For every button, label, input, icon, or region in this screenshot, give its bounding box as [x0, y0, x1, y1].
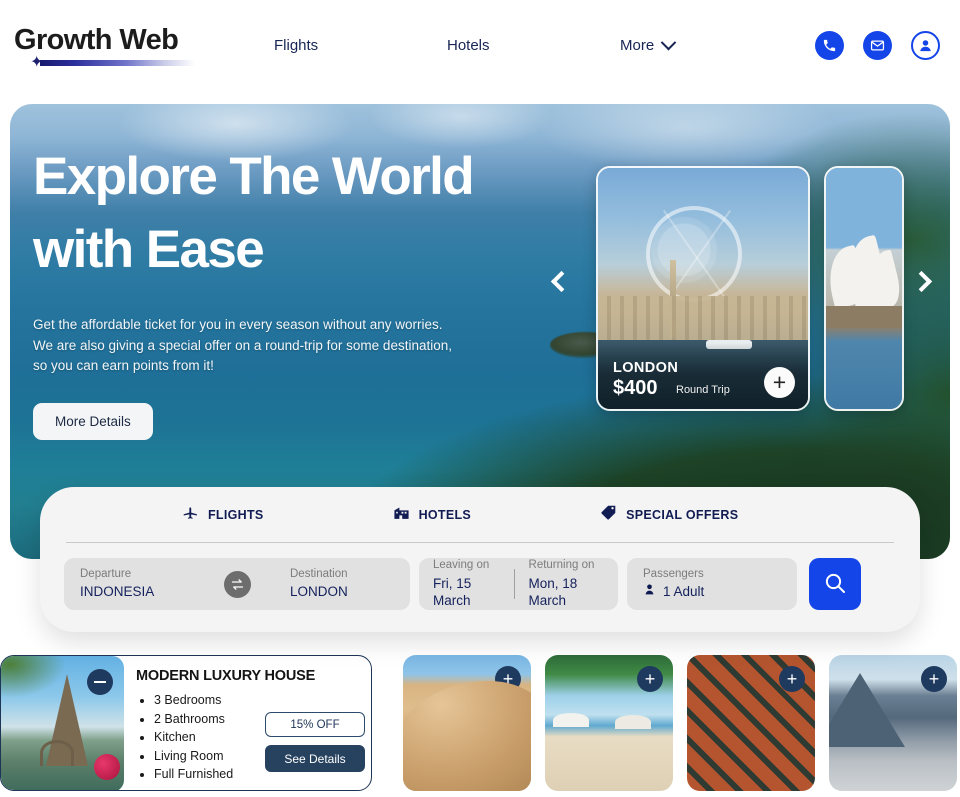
listing-title: MODERN LUXURY HOUSE [136, 668, 316, 684]
tab-hotels[interactable]: HOTELS [393, 504, 472, 526]
nav-item-more[interactable]: More [618, 34, 791, 54]
card-city-name: LONDON [613, 360, 679, 376]
booking-search-panel: FLIGHTS HOTELS SPECIAL OFFERS Departure … [40, 487, 920, 632]
search-icon [823, 571, 847, 598]
brand-logo[interactable]: Growth Web ✦ [12, 22, 262, 71]
rose-flower-shape [94, 754, 120, 780]
destination-value: LONDON [290, 584, 348, 600]
person-icon [643, 583, 656, 601]
carousel-next-button[interactable] [910, 270, 940, 300]
search-fields: Departure INDONESIA Destination LONDON L… [64, 558, 896, 610]
hero-content: Explore The World with Ease Get the affo… [33, 140, 573, 440]
chevron-down-icon [660, 34, 677, 50]
logo-swoosh: ✦ [30, 55, 262, 71]
discount-badge-button[interactable]: 15% OFF [265, 712, 365, 737]
snowy-mountain-thumbnail[interactable]: + [829, 655, 957, 791]
booking-tabs: FLIGHTS HOTELS SPECIAL OFFERS [64, 504, 896, 526]
destination-field[interactable]: Destination LONDON [290, 567, 394, 601]
listing-body: MODERN LUXURY HOUSE 3 Bedrooms 2 Bathroo… [124, 656, 371, 790]
passengers-field[interactable]: Passengers 1 Adult [627, 558, 797, 610]
hero-title: Explore The World with Ease [33, 140, 573, 286]
tab-label: SPECIAL OFFERS [626, 508, 739, 522]
tabs-divider [66, 542, 894, 543]
header-actions [815, 30, 946, 60]
plus-icon[interactable]: + [764, 367, 795, 398]
nav-item-flights[interactable]: Flights [272, 37, 445, 54]
hero-subtitle-line-3: so you can earn points from it! [33, 358, 214, 374]
see-details-button[interactable]: See Details [265, 745, 365, 772]
leaving-on-label: Leaving on [433, 559, 490, 572]
dates-field-group: Leaving on Fri, 15 March Returning on Mo… [419, 558, 618, 610]
swap-arrows-icon[interactable] [223, 570, 251, 598]
returning-on-label: Returning on [528, 559, 595, 572]
passengers-label: Passengers [643, 567, 704, 580]
hero-subtitle-line-1: Get the affordable ticket for you in eve… [33, 317, 443, 333]
main-navigation: Flights Hotels More [262, 34, 815, 54]
departure-value: INDONESIA [80, 584, 155, 600]
property-listing-card[interactable]: MODERN LUXURY HOUSE 3 Bedrooms 2 Bathroo… [0, 655, 372, 791]
opera-base-shape [826, 306, 902, 328]
aerial-city-thumbnail[interactable]: + [687, 655, 815, 791]
tab-label: HOTELS [418, 508, 472, 522]
minus-icon[interactable] [87, 669, 113, 695]
hotel-icon [393, 504, 410, 526]
building-shape [598, 296, 808, 340]
leaving-on-value: Fri, 15 March [433, 575, 472, 609]
departure-field[interactable]: Departure INDONESIA [80, 567, 184, 601]
more-details-button[interactable]: More Details [33, 402, 153, 440]
bottom-row: MODERN LUXURY HOUSE 3 Bedrooms 2 Bathroo… [0, 655, 960, 797]
ferris-wheel-shape [646, 206, 742, 302]
phone-icon[interactable] [815, 30, 844, 60]
leaving-on-field[interactable]: Leaving on Fri, 15 March [419, 558, 514, 609]
nav-item-label: Hotels [447, 36, 490, 54]
plus-icon[interactable]: + [495, 666, 521, 692]
account-icon[interactable] [911, 30, 940, 60]
route-field-group: Departure INDONESIA Destination LONDON [64, 558, 410, 610]
envelope-icon[interactable] [863, 30, 892, 60]
passengers-value-row: 1 Adult [643, 583, 781, 601]
eiffel-arch-shape [40, 740, 74, 766]
thumbnail-strip: + + + + [403, 655, 957, 791]
tag-icon [600, 504, 617, 526]
carousel-prev-button[interactable] [550, 270, 580, 300]
sydney-photo [826, 168, 902, 409]
brand-name: Growth Web [14, 24, 179, 56]
hero-subtitle: Get the affordable ticket for you in eve… [33, 315, 573, 377]
nav-item-label: Flights [274, 36, 319, 54]
departure-label: Departure [80, 568, 132, 581]
hero-title-line-1: Explore The World [33, 147, 475, 206]
plus-icon[interactable]: + [637, 666, 663, 692]
list-item: 3 Bedrooms [154, 691, 361, 710]
returning-on-value: Mon, 18 March [528, 575, 578, 609]
card-trip-type: Round Trip [676, 384, 730, 396]
returning-on-field[interactable]: Returning on Mon, 18 March [515, 558, 618, 609]
tab-special-offers[interactable]: SPECIAL OFFERS [600, 504, 738, 526]
chevron-right-icon [910, 270, 933, 293]
site-header: Growth Web ✦ Flights Hotels More [0, 0, 960, 90]
nav-item-label: More [620, 36, 655, 54]
destination-label: Destination [290, 568, 348, 581]
tab-label: FLIGHTS [208, 508, 264, 522]
plus-icon[interactable]: + [921, 666, 947, 692]
hero-subtitle-line-2: We are also giving a special offer on a … [33, 337, 452, 353]
search-button[interactable] [809, 558, 861, 610]
nav-item-hotels[interactable]: Hotels [445, 37, 618, 54]
logo-gradient-bar [40, 60, 195, 66]
passengers-value: 1 Adult [663, 584, 705, 600]
airplane-icon [182, 504, 199, 526]
desert-dunes-thumbnail[interactable]: + [403, 655, 531, 791]
destination-card-london[interactable]: LONDON $400 Round Trip + [596, 166, 810, 411]
destination-card-sydney[interactable] [824, 166, 904, 411]
hero-title-line-2: with Ease [33, 220, 265, 280]
chevron-left-icon [550, 270, 573, 293]
plus-icon[interactable]: + [779, 666, 805, 692]
tropical-beach-thumbnail[interactable]: + [545, 655, 673, 791]
tab-flights[interactable]: FLIGHTS [182, 504, 264, 526]
card-price: $400 [613, 377, 658, 399]
